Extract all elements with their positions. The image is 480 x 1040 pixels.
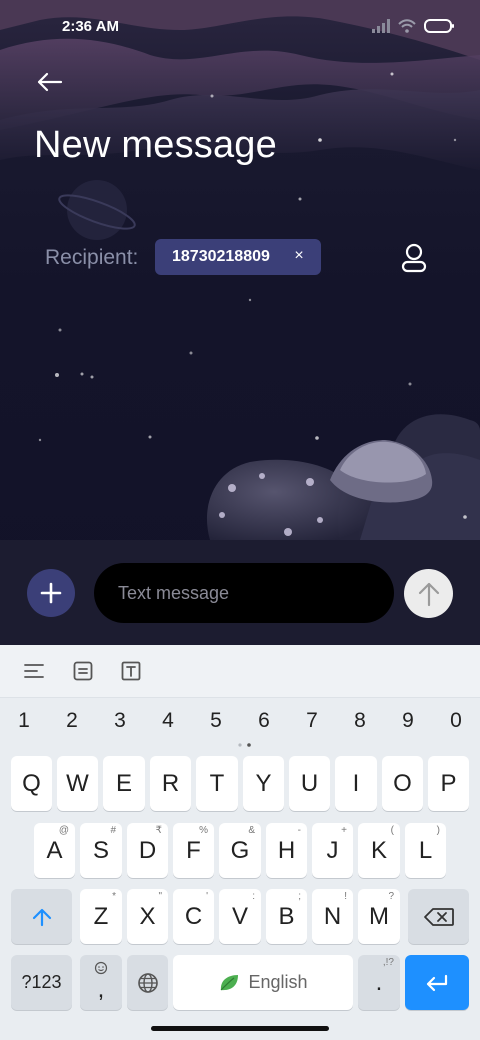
key-h[interactable]: -H [266,823,307,878]
key-f[interactable]: % F [173,823,214,878]
backspace-key[interactable] [408,889,469,944]
signal-icon [372,18,390,38]
status-icons [372,18,454,38]
key-j[interactable]: + J [312,823,353,878]
key-2[interactable]: 2 [52,701,92,741]
key-m[interactable]: ? M [358,889,400,944]
contact-picker-button[interactable] [394,238,434,278]
keyboard-page-dots [238,743,251,747]
key-5[interactable]: 5 [196,701,236,741]
key-o[interactable]: O [382,756,423,811]
key-g[interactable]: & G [219,823,261,878]
key-a[interactable]: @ A [34,823,75,878]
key-q[interactable]: Q [11,756,52,811]
key-t[interactable]: T [196,756,238,811]
key-0[interactable]: 0 [436,701,476,741]
key-w[interactable]: W [57,756,98,811]
message-input[interactable] [94,563,394,623]
key-4[interactable]: 4 [148,701,188,741]
key-z[interactable]: * Z [80,889,122,944]
key-e[interactable]: E [103,756,145,811]
person-icon [401,243,427,273]
period-key[interactable]: ,!? . [358,955,400,1010]
key-9[interactable]: 9 [388,701,428,741]
attach-button[interactable] [27,569,75,617]
wifi-icon [398,18,416,38]
emoji-icon [94,961,108,978]
key-s[interactable]: # S [80,823,122,878]
symbols-key[interactable]: ?123 [11,955,72,1010]
leaf-icon [221,974,239,990]
space-language-label: English [248,972,308,992]
battery-icon [424,18,454,39]
key-u[interactable]: U [289,756,330,811]
shift-key[interactable] [11,889,72,944]
key-6[interactable]: 6 [244,701,284,741]
key-x[interactable]: " X [127,889,168,944]
key-r[interactable]: R [150,756,191,811]
keyboard-toolbar [0,645,480,698]
page-title: New message [34,124,277,166]
backspace-icon [423,907,454,926]
recipient-number: 18730218809 [172,248,270,265]
key-i[interactable]: I [335,756,377,811]
key-1[interactable]: 1 [4,701,44,741]
keyboard: 1 2 3 4 5 6 7 8 9 0 Q W E R T Y U I O P … [0,645,480,1040]
send-button[interactable] [404,569,453,618]
key-v[interactable]: :V [219,889,261,944]
enter-key[interactable] [405,955,469,1010]
space-key[interactable]: English [173,955,353,1010]
key-n[interactable]: ! N [312,889,353,944]
text-align-icon[interactable] [21,658,47,684]
status-time: 2:36 AM [62,18,119,35]
comma-key[interactable]: , [80,955,122,1010]
chip-remove-icon[interactable]: × [290,247,308,265]
recipient-chip[interactable]: 18730218809 × [155,239,321,275]
globe-icon [137,972,158,993]
key-c[interactable]: ' C [173,889,214,944]
key-y[interactable]: Y [243,756,284,811]
key-k[interactable]: (K [358,823,400,878]
text-format-icon[interactable] [118,658,144,684]
key-l[interactable]: ) L [405,823,446,878]
recipient-label: Recipient: [45,246,139,269]
shift-arrow-icon [32,908,51,926]
home-indicator[interactable] [151,1026,329,1031]
back-button[interactable] [30,62,70,102]
send-arrow-icon [418,582,439,606]
enter-arrow-icon [426,974,448,991]
key-7[interactable]: 7 [292,701,332,741]
key-3[interactable]: 3 [100,701,140,741]
key-p[interactable]: P [428,756,469,811]
clipboard-icon[interactable] [70,658,96,684]
key-8[interactable]: 8 [340,701,380,741]
number-row: 1 2 3 4 5 6 7 8 9 0 [0,701,480,741]
language-key[interactable] [127,955,168,1010]
app-screen: 2:36 AM New message Recipient: 187302188… [0,0,480,1040]
status-bar: 2:36 AM [0,0,480,56]
plus-icon [40,582,62,604]
back-arrow-icon [37,72,63,92]
key-d[interactable]: ₹ D [127,823,168,878]
key-b[interactable]: ; B [266,889,307,944]
